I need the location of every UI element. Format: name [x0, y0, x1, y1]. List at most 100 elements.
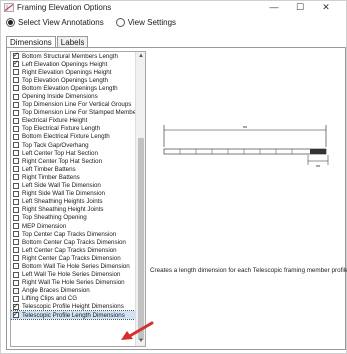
dimension-checkbox[interactable]	[13, 59, 19, 68]
telescopic-profile-block	[310, 149, 326, 154]
dimension-checkbox[interactable]	[13, 93, 19, 100]
dimension-item-label: Electrical Fixture Height	[22, 117, 88, 125]
framing-elevation-options-window: Framing Elevation Options — ☐ ✕ Select V…	[0, 0, 347, 354]
dimension-checkbox[interactable]	[13, 295, 19, 302]
dimension-checkbox[interactable]	[13, 85, 19, 92]
dimension-list-item[interactable]: Telescopic Profile Length Dimensions	[11, 309, 136, 321]
dimension-checkbox[interactable]	[13, 133, 19, 140]
dimension-list-item[interactable]: Right Side Wall Tie Dimension	[11, 190, 135, 198]
dimension-list-item[interactable]: Top Tack Gap/Overhang	[11, 141, 135, 149]
dimension-list-item[interactable]: Lifting Clips and CG	[11, 295, 135, 303]
dimension-list-item[interactable]: Bottom Elevation Openings Length	[11, 84, 135, 92]
dimension-checkbox[interactable]	[13, 182, 19, 189]
dimension-list-item[interactable]: Right Wall Tie Hole Series Dimension	[11, 279, 135, 287]
dimension-list-item[interactable]: Left Center Cap Tracks Dimension	[11, 246, 135, 254]
dimension-item-label: Bottom Structural Members Length	[22, 52, 118, 60]
view-settings-label[interactable]: View Settings	[128, 18, 176, 27]
dimension-list-item[interactable]: Top Dimension Line For Stamped Members	[11, 109, 141, 117]
title-bar: Framing Elevation Options — ☐ ✕	[1, 1, 346, 14]
dimension-list-item[interactable]: Telescopic Profile Height Dimensions	[11, 302, 135, 311]
red-pointer-arrow-icon	[121, 321, 154, 340]
dimension-list-item[interactable]: Left Elevation Openings Height	[11, 59, 135, 68]
minimize-button[interactable]: —	[267, 2, 281, 13]
dimension-checkbox[interactable]	[13, 214, 19, 221]
dimension-list-item[interactable]: Bottom Structural Members Length	[11, 52, 135, 60]
tab-dimensions[interactable]: Dimensions	[6, 36, 56, 47]
dimension-list-item[interactable]: Top Sheathing Opening	[11, 214, 135, 222]
dimension-item-label: Right Side Wall Tie Dimension	[22, 190, 105, 198]
dimension-list-item[interactable]: Electrical Fixture Height	[11, 117, 135, 125]
dimension-checkbox[interactable]	[13, 190, 19, 197]
dimension-list-item[interactable]: Top Dimension Line For Vertical Groups	[11, 101, 135, 109]
dimension-checkbox[interactable]	[13, 287, 19, 294]
dimension-list-item[interactable]: Left Center Top Hat Section	[11, 149, 135, 157]
dimension-checkbox[interactable]	[13, 69, 19, 76]
checklist-scrollbar[interactable]: ▲ ▼	[135, 52, 145, 346]
scroll-up-icon[interactable]: ▲	[136, 52, 145, 61]
dimension-list-item[interactable]: Left Timber Battens	[11, 165, 135, 173]
view-settings-radio[interactable]	[115, 18, 125, 27]
dimension-checkbox[interactable]	[13, 310, 19, 319]
view-mode-radio-group: Select View Annotations View Settings	[6, 18, 188, 27]
dimension-list-item[interactable]: Top Electrical Fixture Length	[11, 125, 135, 133]
dimension-checkbox[interactable]	[13, 263, 19, 270]
dimension-item-label: Bottom Wall Tie Hole Series Dimension	[22, 262, 130, 270]
dimension-item-label: MEP Dimension	[22, 222, 67, 230]
dimension-list-item[interactable]: Bottom Center Cap Tracks Dimension	[11, 238, 135, 246]
dimension-checklist[interactable]: Bottom Structural Members LengthLeft Ele…	[10, 51, 146, 347]
dimension-checkbox[interactable]	[13, 239, 19, 246]
dimension-checkbox[interactable]	[13, 198, 19, 205]
dimension-checkbox[interactable]	[13, 158, 19, 165]
dimension-checkbox[interactable]	[13, 271, 19, 278]
maximize-button[interactable]: ☐	[293, 2, 307, 13]
close-button[interactable]: ✕	[319, 2, 333, 13]
dimension-list-item[interactable]: Right Elevation Openings Height	[11, 68, 135, 76]
dimension-checkbox[interactable]	[13, 77, 19, 84]
dimension-checkbox[interactable]	[13, 231, 19, 238]
dimension-list-item[interactable]: Angle Braces Dimension	[11, 287, 135, 295]
dimension-checklist-items: Bottom Structural Members LengthLeft Ele…	[11, 52, 141, 321]
dimension-checkbox[interactable]	[13, 247, 19, 254]
dimension-item-label: Right Elevation Openings Height	[22, 68, 112, 76]
dimension-list-item[interactable]: Right Center Top Hat Section	[11, 157, 135, 165]
dimension-checkbox[interactable]	[13, 223, 19, 230]
dimension-list-item[interactable]: Right Timber Battens	[11, 173, 135, 181]
dimension-list-item[interactable]: MEP Dimension	[11, 222, 135, 230]
select-view-annotations-label[interactable]: Select View Annotations	[18, 18, 104, 27]
dimensions-tab-pane: Bottom Structural Members LengthLeft Ele…	[6, 47, 347, 350]
dimension-item-label: Left Elevation Openings Height	[22, 60, 108, 68]
dimension-item-label: Top Dimension Line For Vertical Groups	[22, 101, 132, 109]
tab-labels[interactable]: Labels	[56, 36, 89, 47]
select-view-annotations-radio[interactable]	[6, 18, 15, 27]
dimension-checkbox[interactable]	[13, 206, 19, 213]
dimension-item-label: Left Wall Tie Hole Series Dimension	[22, 271, 121, 279]
dimension-checkbox[interactable]	[13, 125, 19, 132]
dimension-checkbox[interactable]	[13, 117, 19, 124]
dimension-list-item[interactable]: Bottom Electrical Fixture Length	[11, 133, 135, 141]
dimension-checkbox[interactable]	[13, 142, 19, 149]
dimension-checkbox[interactable]	[13, 166, 19, 173]
dimension-list-item[interactable]: Opening Inside Dimensions	[11, 92, 135, 100]
dimension-item-label: Left Sheathing Heights Joints	[22, 198, 103, 206]
scrollbar-thumb[interactable]	[138, 138, 144, 340]
dimension-checkbox[interactable]	[13, 52, 19, 60]
dimension-item-label: Top Sheathing Opening	[22, 214, 87, 222]
dimension-checkbox[interactable]	[13, 109, 19, 116]
dimension-checkbox[interactable]	[13, 279, 19, 286]
dimension-checkbox[interactable]	[13, 255, 19, 262]
dimension-checkbox[interactable]	[13, 302, 19, 310]
dimension-list-item[interactable]: Right Center Cap Tracks Dimension	[11, 254, 135, 262]
dimension-list-item[interactable]: Left Wall Tie Hole Series Dimension	[11, 271, 135, 279]
dimension-list-item[interactable]: Left Sheathing Heights Joints	[11, 198, 135, 206]
dimension-checkbox[interactable]	[13, 101, 19, 108]
dimension-checkbox[interactable]	[13, 150, 19, 157]
dimension-list-item[interactable]: Top Elevation Openings Length	[11, 76, 135, 84]
dimension-item-label: Top Dimension Line For Stamped Members	[22, 109, 142, 117]
dimension-list-item[interactable]: Top Center Cap Tracks Dimension	[11, 230, 135, 238]
dimension-checkbox[interactable]	[13, 174, 19, 181]
dimension-item-label: Left Center Cap Tracks Dimension	[22, 246, 117, 254]
dimension-list-item[interactable]: Bottom Wall Tie Hole Series Dimension	[11, 262, 135, 270]
dimension-list-item[interactable]: Right Sheathing Height Joints	[11, 206, 135, 214]
dimension-list-item[interactable]: Left Side Wall Tie Dimension	[11, 182, 135, 190]
window-title: Framing Elevation Options	[17, 3, 112, 12]
